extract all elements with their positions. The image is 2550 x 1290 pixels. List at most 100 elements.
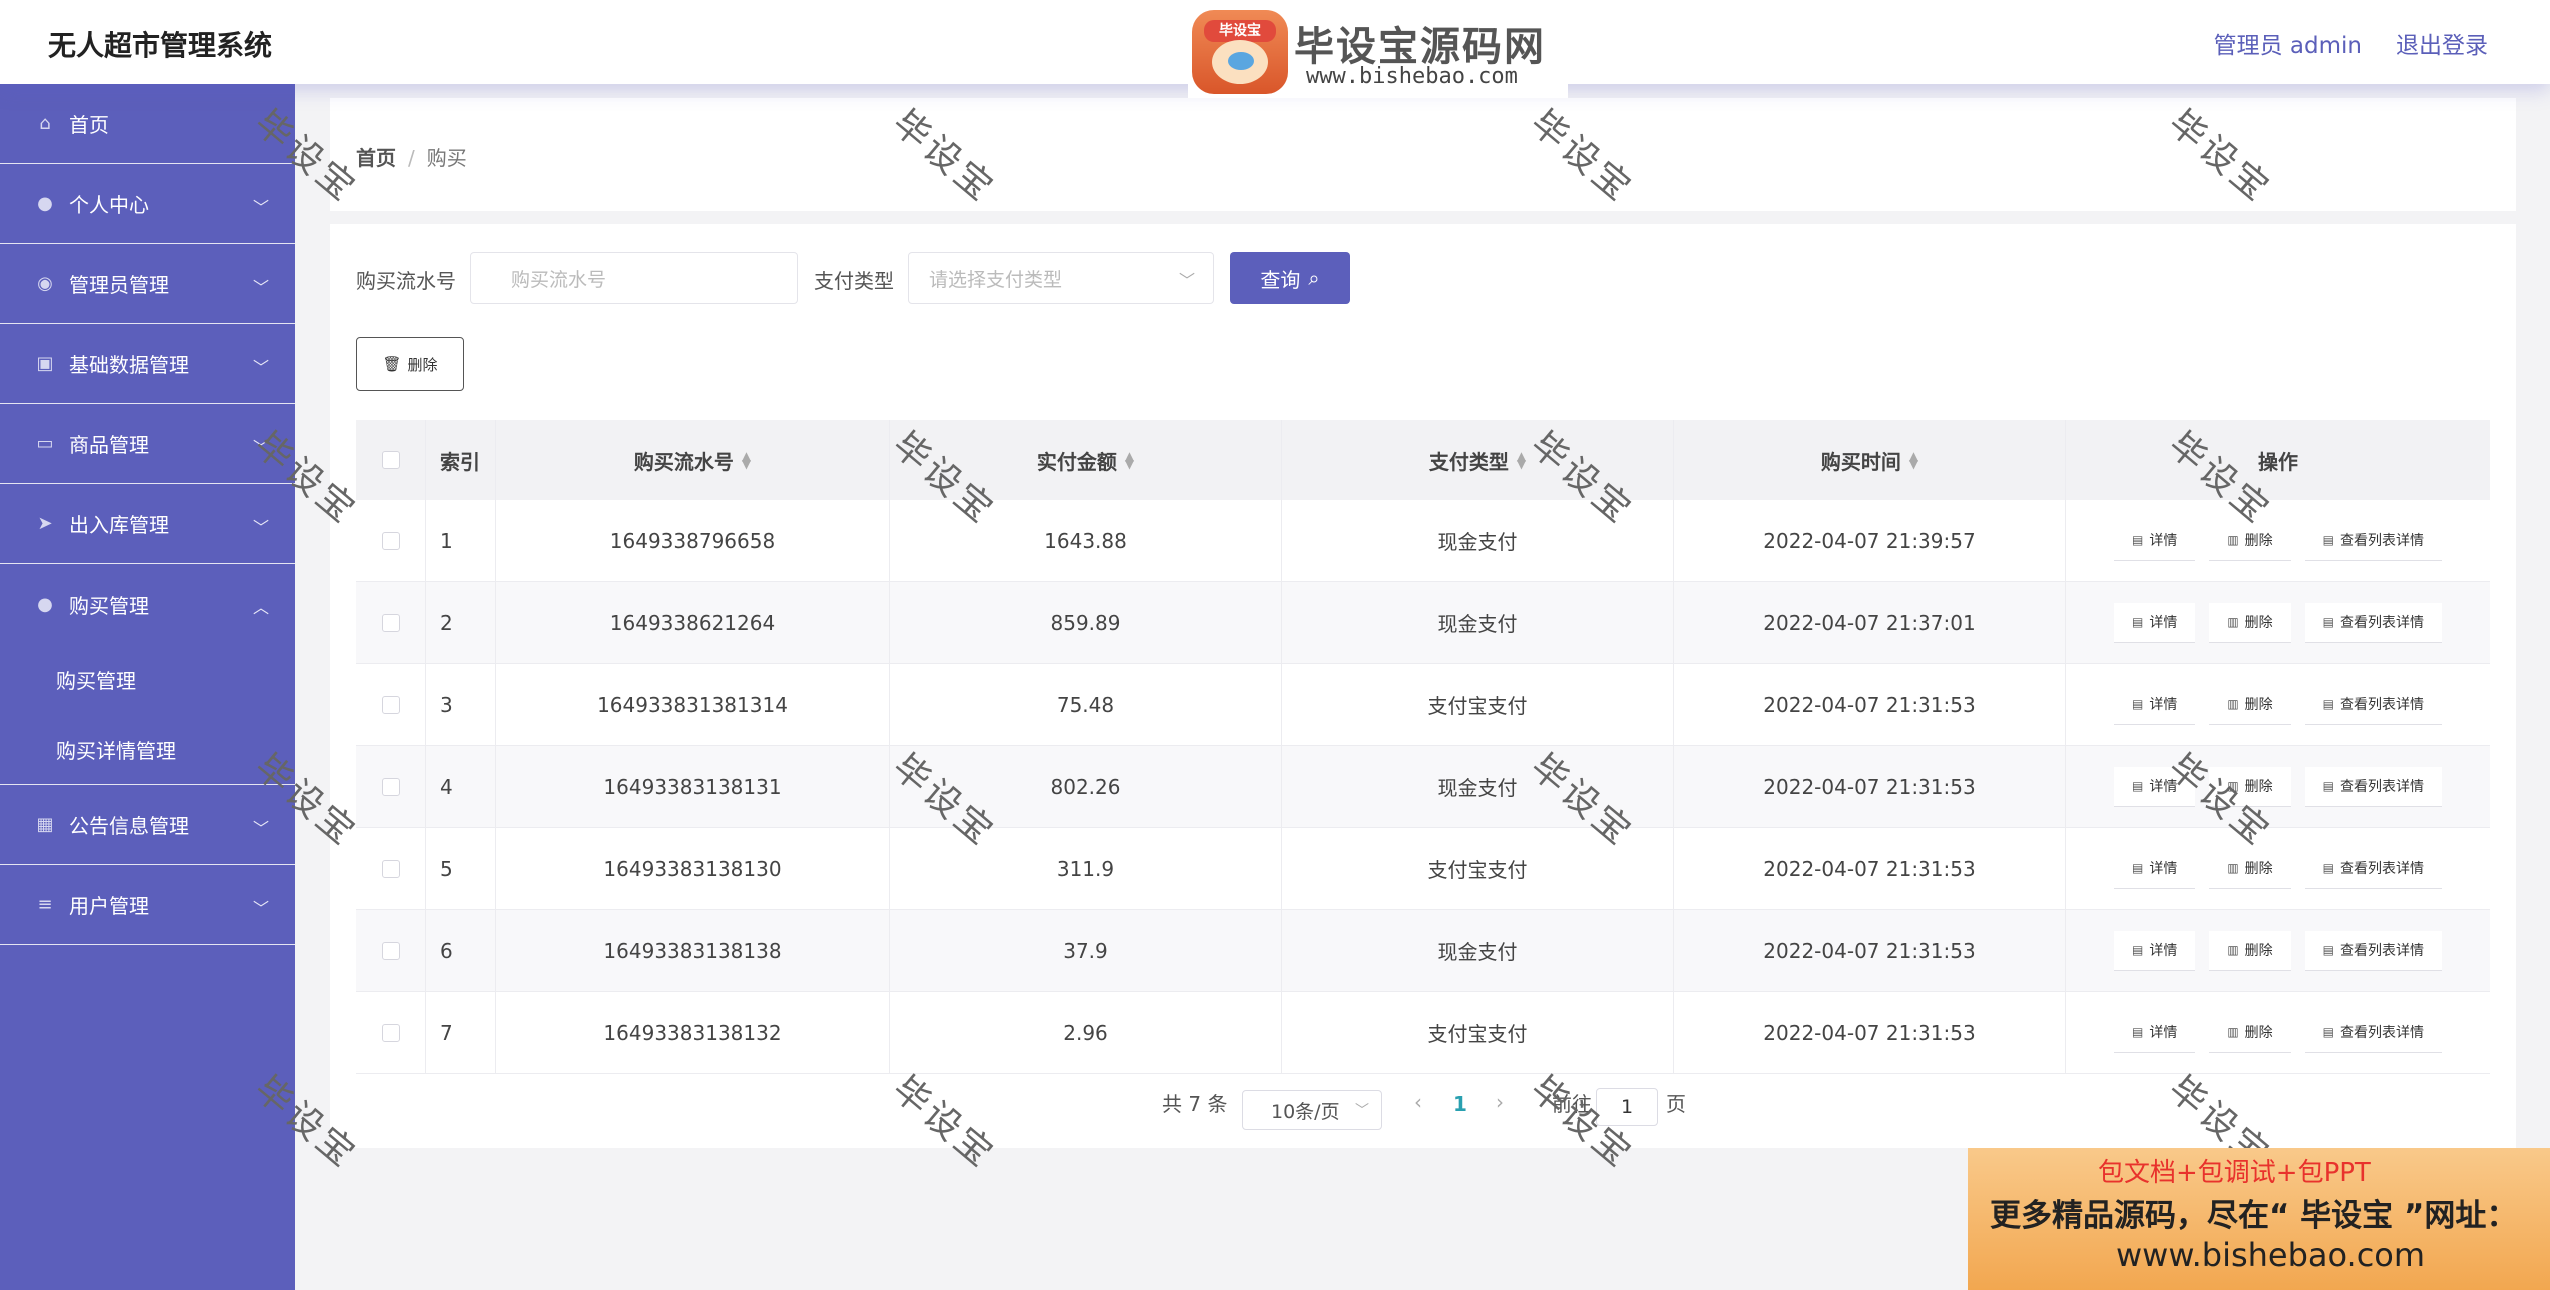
view-list-detail-button[interactable]: ▤ 查看列表详情 <box>2304 602 2443 643</box>
detail-button[interactable]: ▤ 详情 <box>2113 520 2196 561</box>
paytype-select[interactable]: 请选择支付类型 ﹀ <box>908 252 1214 304</box>
detail-button[interactable]: ▤ 详情 <box>2113 602 2196 643</box>
sidebar-item-stock[interactable]: ➤ 出入库管理 ﹀ <box>0 484 295 564</box>
admin-user-link[interactable]: 管理员 admin <box>2214 26 2362 60</box>
view-list-detail-button[interactable]: ▤ 查看列表详情 <box>2304 766 2443 807</box>
paytype-select-placeholder: 请选择支付类型 <box>929 268 1063 291</box>
delete-button[interactable]: ▥ 删除 <box>2209 766 2291 807</box>
document-icon: ▤ <box>2131 697 2144 711</box>
sidebar-item-basic-data[interactable]: ▣ 基础数据管理 ﹀ <box>0 324 295 404</box>
chevron-down-icon: ﹀ <box>252 899 269 918</box>
cell-paytype: 支付宝支付 <box>1282 992 1674 1073</box>
cell-ops: ▤ 详情 ▥ 删除 ▤ 查看列表详情 <box>2066 500 2490 581</box>
header-paytype[interactable]: 支付类型 ▲ ▼ <box>1282 420 1674 500</box>
delete-button[interactable]: ▥ 删除 <box>2209 930 2291 971</box>
current-page-number[interactable]: 1 <box>1453 1092 1467 1116</box>
cell-paytype: 现金支付 <box>1282 582 1674 663</box>
sidebar-item-goods[interactable]: ▭ 商品管理 ﹀ <box>0 404 295 484</box>
breadcrumb-home[interactable]: 首页 <box>356 146 396 170</box>
sort-icon[interactable]: ▲ ▼ <box>1125 450 1134 470</box>
cell-ops: ▤ 详情 ▥ 删除 ▤ 查看列表详情 <box>2066 828 2490 909</box>
prev-page-icon[interactable]: ‹ <box>1414 1090 1422 1114</box>
chevron-down-icon: ﹀ <box>252 278 269 297</box>
sliders-icon: ≡ <box>37 894 53 915</box>
sidebar-subitem-purchase-detail[interactable]: 购买详情管理 <box>0 714 295 784</box>
view-list-detail-button[interactable]: ▤ 查看列表详情 <box>2304 848 2443 889</box>
cell-paytype: 现金支付 <box>1282 910 1674 991</box>
sidebar-item-label: 公告信息管理 <box>69 814 189 838</box>
trash-icon: ▥ <box>2227 943 2239 957</box>
row-checkbox-cell <box>356 582 426 663</box>
cell-ops: ▤ 详情 ▥ 删除 ▤ 查看列表详情 <box>2066 746 2490 827</box>
header-time[interactable]: 购买时间 ▲ ▼ <box>1674 420 2066 500</box>
view-list-detail-button[interactable]: ▤ 查看列表详情 <box>2304 1012 2443 1053</box>
row-checkbox[interactable] <box>381 859 400 878</box>
document-icon: ▤ <box>2131 861 2144 875</box>
trash-icon: ▥ <box>2227 533 2239 547</box>
row-checkbox[interactable] <box>381 1023 400 1042</box>
sort-icon[interactable]: ▲ ▼ <box>1517 450 1526 470</box>
goto-page-input[interactable]: 1 <box>1596 1088 1658 1126</box>
row-checkbox[interactable] <box>381 777 400 796</box>
detail-button-label: 详情 <box>2149 779 2178 795</box>
cell-time: 2022-04-07 21:31:53 <box>1674 746 2066 827</box>
grid-icon: ▦ <box>36 814 54 835</box>
delete-button[interactable]: ▥ 删除 <box>2209 520 2291 561</box>
detail-button[interactable]: ▤ 详情 <box>2113 766 2196 807</box>
cell-index: 1 <box>426 500 496 581</box>
table-body: 1 1649338796658 1643.88 现金支付 2022-04-07 21:3… <box>356 500 2490 1074</box>
trash-icon: ▥ <box>2227 615 2239 629</box>
cell-serial: 16493383138132 <box>496 992 890 1073</box>
sidebar-item-notice[interactable]: ▦ 公告信息管理 ﹀ <box>0 785 295 865</box>
goto-label: 前往 <box>1552 1092 1592 1116</box>
sidebar-item-purchase[interactable]: ● 购买管理 ︿ <box>0 564 295 644</box>
detail-button-label: 详情 <box>2149 1025 2178 1041</box>
page-size-select[interactable]: 10条/页 ﹀ <box>1242 1090 1382 1130</box>
detail-button-label: 详情 <box>2149 943 2178 959</box>
row-checkbox[interactable] <box>381 695 400 714</box>
trash-icon: ▥ <box>2227 779 2239 793</box>
header-index: 索引 <box>426 420 496 500</box>
delete-button[interactable]: ▥ 删除 <box>2209 684 2291 725</box>
header-amount[interactable]: 实付金额 ▲ ▼ <box>890 420 1282 500</box>
page-suffix: 页 <box>1666 1092 1686 1116</box>
detail-button-label: 详情 <box>2149 697 2178 713</box>
header-serial[interactable]: 购买流水号 ▲ ▼ <box>496 420 890 500</box>
row-checkbox[interactable] <box>381 941 400 960</box>
sort-icon[interactable]: ▲ ▼ <box>742 450 751 470</box>
detail-button[interactable]: ▤ 详情 <box>2113 684 2196 725</box>
chevron-down-icon: ﹀ <box>252 358 269 377</box>
sidebar-subitem-purchase-management[interactable]: 购买管理 <box>0 644 295 714</box>
detail-button[interactable]: ▤ 详情 <box>2113 1012 2196 1053</box>
table-row: 1 1649338796658 1643.88 现金支付 2022-04-07 21:3… <box>356 500 2490 582</box>
batch-delete-button[interactable]: 🗑 删除 <box>356 337 464 391</box>
logout-link[interactable]: 退出登录 <box>2396 26 2488 60</box>
sidebar-item-label: 用户管理 <box>69 894 149 918</box>
detail-button[interactable]: ▤ 详情 <box>2113 930 2196 971</box>
delete-button[interactable]: ▥ 删除 <box>2209 602 2291 643</box>
sidebar-item-personal-center[interactable]: ● 个人中心 ﹀ <box>0 164 295 244</box>
card-icon: ▭ <box>36 433 54 454</box>
sort-icon[interactable]: ▲ ▼ <box>1909 450 1918 470</box>
detail-button[interactable]: ▤ 详情 <box>2113 848 2196 889</box>
next-page-icon[interactable]: › <box>1496 1090 1504 1114</box>
table-row: 2 1649338621264 859.89 现金支付 2022-04-07 21:37… <box>356 582 2490 664</box>
sidebar-item-label: 管理员管理 <box>69 273 169 297</box>
query-button[interactable]: 查询 ⌕ <box>1230 252 1350 304</box>
row-checkbox[interactable] <box>381 613 400 632</box>
sidebar-item-admin-management[interactable]: ◉ 管理员管理 ﹀ <box>0 244 295 324</box>
sidebar-item-home[interactable]: ⌂ 首页 <box>0 84 295 164</box>
detail-button-label: 详情 <box>2149 533 2178 549</box>
delete-button[interactable]: ▥ 删除 <box>2209 1012 2291 1053</box>
serial-search-input[interactable]: 购买流水号 <box>470 252 798 304</box>
select-all-checkbox[interactable] <box>381 451 400 469</box>
cell-paytype: 支付宝支付 <box>1282 828 1674 909</box>
promo-banner[interactable]: 包文档+包调试+包PPT 更多精品源码，尽在“ 毕设宝 ”网址： www.bis… <box>1968 1148 2550 1290</box>
view-list-detail-button[interactable]: ▤ 查看列表详情 <box>2304 930 2443 971</box>
view-list-detail-button[interactable]: ▤ 查看列表详情 <box>2304 520 2443 561</box>
delete-button[interactable]: ▥ 删除 <box>2209 848 2291 889</box>
view-list-detail-button[interactable]: ▤ 查看列表详情 <box>2304 684 2443 725</box>
sidebar-item-users[interactable]: ≡ 用户管理 ﹀ <box>0 865 295 945</box>
row-checkbox[interactable] <box>381 531 400 550</box>
cell-ops: ▤ 详情 ▥ 删除 ▤ 查看列表详情 <box>2066 992 2490 1073</box>
